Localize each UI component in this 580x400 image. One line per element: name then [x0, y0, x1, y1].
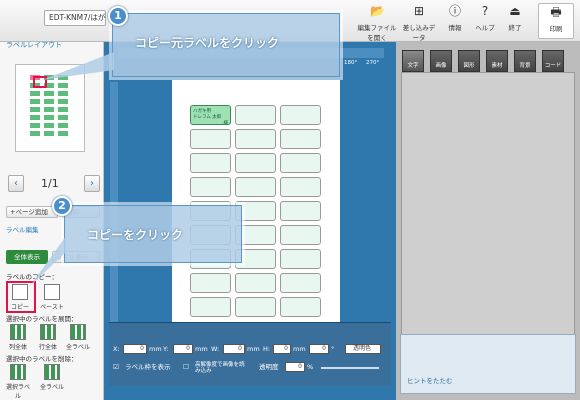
pointer-lines — [30, 52, 114, 286]
callout-2-pointer — [30, 236, 66, 286]
callout-1-pointer — [42, 52, 114, 80]
